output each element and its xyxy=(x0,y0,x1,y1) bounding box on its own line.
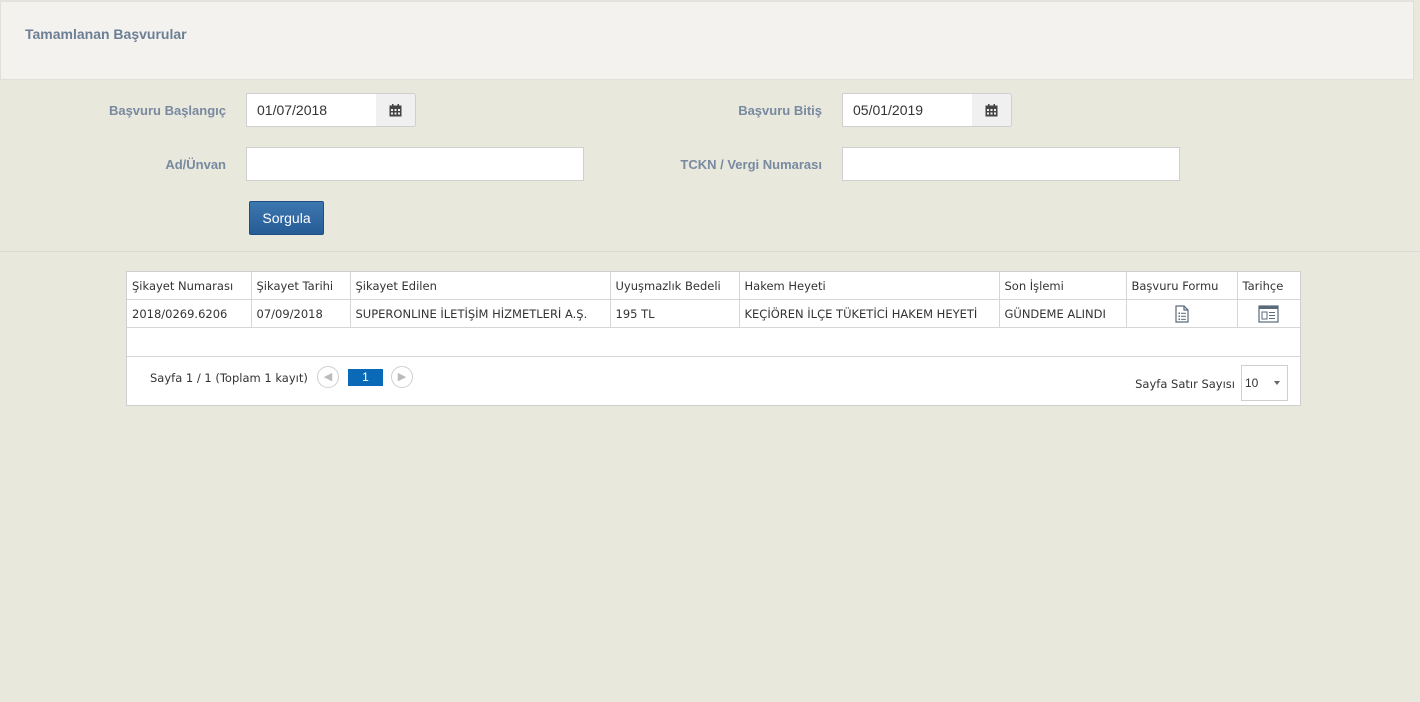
prev-page-button[interactable]: ◀ xyxy=(317,366,339,388)
col-header-complaint-date[interactable]: Şikayet Tarihi xyxy=(250,272,351,300)
tckn-input[interactable] xyxy=(842,147,1180,181)
start-date-label: Başvuru Başlangıç xyxy=(108,103,226,118)
rows-per-page-select[interactable]: 10 xyxy=(1241,365,1288,401)
caret-down-icon xyxy=(1274,381,1280,385)
cell-respondent: SUPERONLINE İLETİŞİM HİZMETLERİ A.Ş. xyxy=(349,299,611,328)
chevron-right-icon: ▶ xyxy=(397,371,407,383)
cell-history xyxy=(1236,299,1300,328)
results-grid: Şikayet Numarası Şikayet Tarihi Şikayet … xyxy=(126,271,1301,406)
divider xyxy=(0,251,1420,252)
cell-complaint-no: 2018/0269.6206 xyxy=(127,299,252,328)
next-page-button[interactable]: ▶ xyxy=(391,366,413,388)
name-input[interactable] xyxy=(246,147,584,181)
col-header-amount[interactable]: Uyuşmazlık Bedeli xyxy=(609,272,740,300)
name-label: Ad/Ünvan xyxy=(165,157,226,172)
col-header-committee[interactable]: Hakem Heyeti xyxy=(738,272,1000,300)
history-window-icon[interactable] xyxy=(1258,304,1279,323)
table-header-row: Şikayet Numarası Şikayet Tarihi Şikayet … xyxy=(127,272,1300,300)
page-title: Tamamlanan Başvurular xyxy=(25,26,187,42)
page-header: Tamamlanan Başvurular xyxy=(0,0,1414,80)
results-table: Şikayet Numarası Şikayet Tarihi Şikayet … xyxy=(127,272,1300,328)
document-icon[interactable] xyxy=(1174,304,1189,323)
start-date-calendar-button[interactable] xyxy=(376,93,416,127)
col-header-application-form[interactable]: Başvuru Formu xyxy=(1125,272,1238,300)
pagination-bar: Sayfa 1 / 1 (Toplam 1 kayıt) ◀ 1 ▶ Sayfa… xyxy=(127,356,1300,407)
start-date-input[interactable]: 01/07/2018 xyxy=(246,93,377,127)
rows-per-page-value: 10 xyxy=(1245,376,1259,390)
col-header-complaint-no[interactable]: Şikayet Numarası xyxy=(127,272,252,300)
col-header-respondent[interactable]: Şikayet Edilen xyxy=(349,272,611,300)
end-date-label: Başvuru Bitiş xyxy=(738,103,822,118)
current-page-button[interactable]: 1 xyxy=(348,369,383,386)
end-date-calendar-button[interactable] xyxy=(972,93,1012,127)
query-button[interactable]: Sorgula xyxy=(249,201,324,235)
rows-per-page-label: Sayfa Satır Sayısı xyxy=(1135,377,1235,391)
end-date-input[interactable]: 05/01/2019 xyxy=(842,93,973,127)
col-header-history[interactable]: Tarihçe xyxy=(1236,272,1300,300)
cell-complaint-date: 07/09/2018 xyxy=(250,299,351,328)
cell-amount: 195 TL xyxy=(609,299,740,328)
cell-application-form xyxy=(1125,299,1238,328)
tckn-label: TCKN / Vergi Numarası xyxy=(680,157,822,172)
cell-committee: KEÇİÖREN İLÇE TÜKETİCİ HAKEM HEYETİ xyxy=(738,299,1000,328)
calendar-icon xyxy=(985,103,998,116)
table-row[interactable]: 2018/0269.6206 07/09/2018 SUPERONLINE İL… xyxy=(127,299,1300,328)
col-header-last-action[interactable]: Son İşlemi xyxy=(998,272,1127,300)
calendar-icon xyxy=(389,103,402,116)
chevron-left-icon: ◀ xyxy=(323,371,333,383)
pagination-info: Sayfa 1 / 1 (Toplam 1 kayıt) xyxy=(150,371,308,385)
cell-last-action: GÜNDEME ALINDI xyxy=(998,299,1127,328)
